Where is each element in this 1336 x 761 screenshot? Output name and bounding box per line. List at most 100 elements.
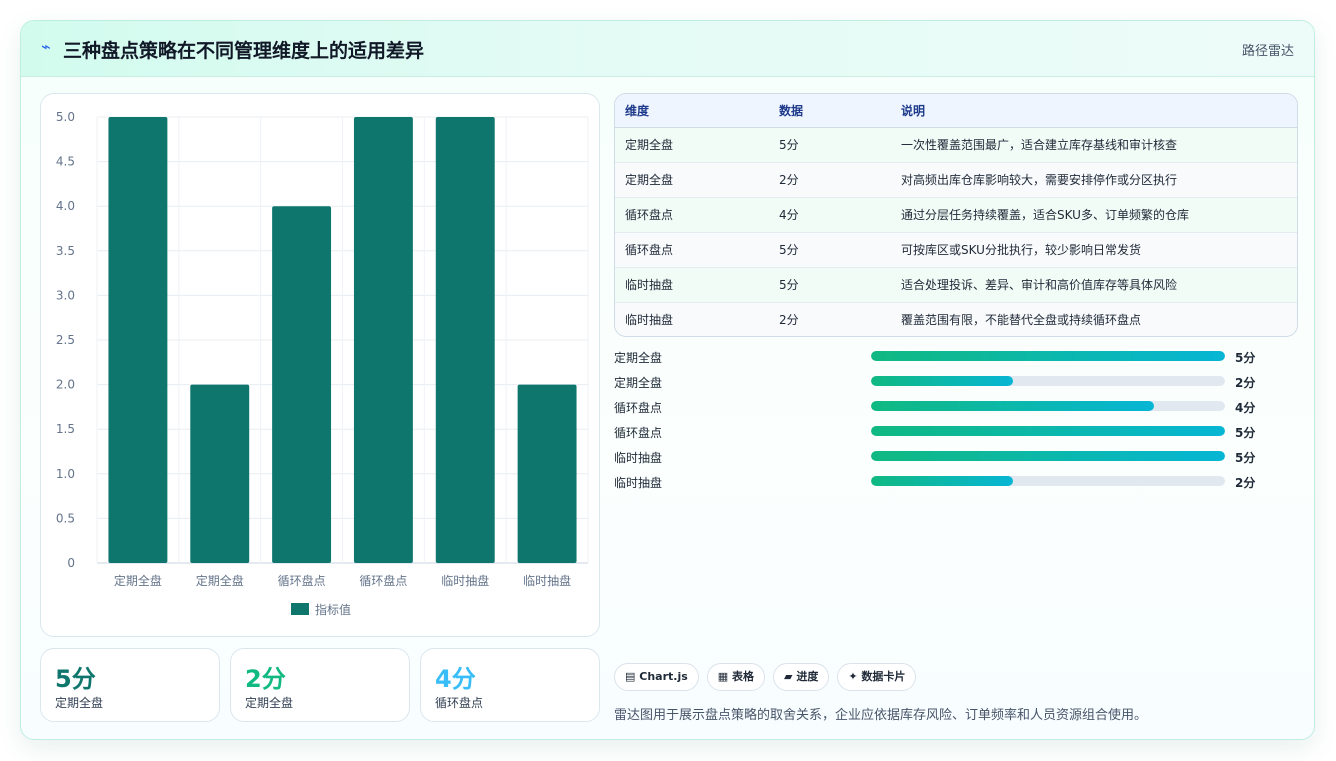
progress-track [871,376,1225,386]
stat-label: 定期全盘 [55,696,104,710]
progress-label: 定期全盘 [614,351,663,365]
table-cell: 2分 [779,162,901,198]
bar [353,117,413,563]
table-row: 循环盘点 5分 可按库区或SKU分批执行，较少影响日常发货 [615,232,1297,268]
stat-value: 4分 [435,665,476,693]
x-tick-label: 循环盘点 [359,573,407,588]
table-cell: 定期全盘 [615,162,779,198]
table-cell: 对高频出库仓库影响较大，需要安排停作或分区执行 [901,162,1297,198]
table-row: 定期全盘 2分 对高频出库仓库影响较大，需要安排停作或分区执行 [615,162,1297,198]
table-cell: 临时抽盘 [615,267,779,303]
progress-fill [871,426,1225,436]
chip-label: 进度 [796,670,819,683]
progress-list: 定期全盘 5分 定期全盘 2分 循环盘点 4分 循环盘点 5分 临时抽盘 5分 … [614,346,1298,496]
progress-row: 循环盘点 5分 [614,421,1298,446]
table-cell: 5分 [779,127,901,163]
table-cell: 5分 [779,267,901,303]
tech-chips: ▤ Chart.js ▦ 表格 ▰ 进度 ✦ 数据卡片 [614,663,924,691]
chart-icon: ▤ [625,670,636,683]
progress-row: 临时抽盘 5分 [614,446,1298,471]
progress-track [871,426,1225,436]
chip-table[interactable]: ▦ 表格 [706,663,766,691]
card-icon: ✦ [848,670,858,683]
x-tick-label: 定期全盘 [114,573,162,588]
table-cell: 一次性覆盖范围最广，适合建立库存基线和审计核查 [901,127,1297,163]
table-header-dimension: 维度 [615,94,779,128]
progress-fill [871,451,1225,461]
table-cell: 可按库区或SKU分批执行，较少影响日常发货 [901,232,1297,268]
x-tick-label: 循环盘点 [278,573,326,588]
progress-track [871,451,1225,461]
legend-label: 指标值 [315,602,351,617]
y-tick-label: 0 [67,556,75,570]
stat-card-1: 5分 定期全盘 [40,648,220,722]
page-title: 三种盘点策略在不同管理维度上的适用差异 [63,40,425,62]
bar [190,384,250,563]
y-tick-label: 5.0 [56,110,75,124]
stat-value: 2分 [245,665,286,693]
y-tick-label: 3.0 [56,288,75,302]
x-tick-label: 临时抽盘 [441,573,489,588]
y-tick-label: 2.5 [56,333,75,347]
y-tick-label: 1.5 [56,422,75,436]
progress-value: 4分 [1235,401,1256,415]
progress-track [871,401,1225,411]
progress-value: 5分 [1235,451,1256,465]
chip-label: Chart.js [639,670,688,683]
table-row: 临时抽盘 5分 适合处理投诉、差异、审计和高价值库存等具体风险 [615,267,1297,303]
chip-label: 表格 [732,670,755,683]
y-tick-label: 4.0 [56,199,75,213]
progress-fill [871,401,1155,411]
bar [435,117,495,563]
legend-swatch [291,603,309,615]
table-row: 临时抽盘 2分 覆盖范围有限，不能替代全盘或持续循环盘点 [615,302,1297,336]
progress-row: 定期全盘 5分 [614,346,1298,371]
progress-track [871,476,1225,486]
x-tick-label: 临时抽盘 [523,573,571,588]
bar-chart-svg: 0 0.5 1.0 1.5 2.0 2.5 3.0 3.5 4.0 4.5 5.0 定期全盘 定期全盘 循… [56,110,589,617]
progress-value: 5分 [1235,351,1256,365]
chip-data-card[interactable]: ✦ 数据卡片 [837,663,917,691]
progress-value: 2分 [1235,476,1256,490]
bar [108,117,168,563]
chip-progress[interactable]: ▰ 进度 [773,663,830,691]
stat-value: 5分 [55,665,96,693]
progress-fill [871,376,1013,386]
y-tick-label: 4.5 [56,155,75,169]
y-tick-label: 0.5 [56,511,75,525]
progress-label: 定期全盘 [614,376,663,390]
bolt-icon: ⌁ [41,37,51,56]
progress-row: 临时抽盘 2分 [614,471,1298,496]
bar [517,384,577,563]
chip-chartjs[interactable]: ▤ Chart.js [614,663,699,691]
stat-card-2: 2分 定期全盘 [230,648,410,722]
progress-icon: ▰ [784,670,793,683]
progress-fill [871,476,1013,486]
progress-row: 定期全盘 2分 [614,371,1298,396]
main-card: ⌁ 三种盘点策略在不同管理维度上的适用差异 路径雷达 0 0.5 1.0 1.5 2.0… [20,20,1315,740]
table-cell: 覆盖范围有限，不能替代全盘或持续循环盘点 [901,313,1142,328]
table-cell: 循环盘点 [615,232,779,268]
progress-label: 循环盘点 [614,426,663,440]
progress-track [871,351,1225,361]
y-tick-label: 3.5 [56,244,75,258]
bar [272,206,332,563]
table-cell: 2分 [779,313,799,328]
progress-label: 循环盘点 [614,401,663,415]
card-header: ⌁ 三种盘点策略在不同管理维度上的适用差异 路径雷达 [21,21,1314,77]
footnote: 雷达图用于展示盘点策略的取舍关系，企业应依据库存风险、订单频率和人员资源组合使用… [614,708,1148,723]
progress-value: 2分 [1235,376,1256,390]
progress-value: 5分 [1235,426,1256,440]
stat-card-3: 4分 循环盘点 [420,648,600,722]
progress-fill [871,351,1225,361]
progress-label: 临时抽盘 [614,476,663,490]
header-tag: 路径雷达 [1241,44,1294,59]
bar-chart: 0 0.5 1.0 1.5 2.0 2.5 3.0 3.5 4.0 4.5 5.0 定期全盘 定期全盘 循… [40,93,600,637]
stat-label: 定期全盘 [245,696,294,710]
table-header-row: 维度 数据 说明 [615,94,1297,128]
progress-row: 循环盘点 4分 [614,396,1298,421]
table-cell: 循环盘点 [615,197,779,233]
table-icon: ▦ [717,670,729,683]
table-cell: 定期全盘 [615,127,779,163]
table-cell: 通过分层任务持续覆盖，适合SKU多、订单频繁的仓库 [901,197,1297,233]
